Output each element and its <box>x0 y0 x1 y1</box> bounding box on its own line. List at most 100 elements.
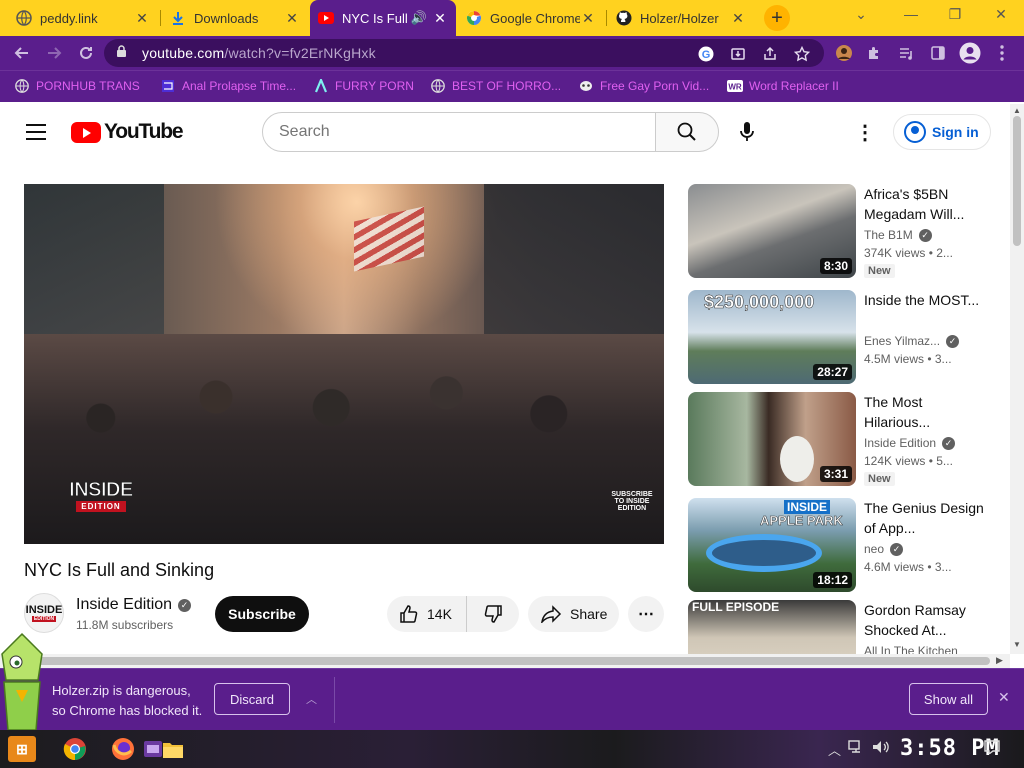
like-button[interactable]: 14K <box>387 596 467 632</box>
google-icon[interactable]: G <box>696 44 716 64</box>
related-video-title[interactable]: Gordon Ramsay Shocked At... <box>864 600 992 640</box>
volume-icon[interactable] <box>872 740 890 757</box>
more-actions-button[interactable]: ⋯ <box>628 596 664 632</box>
new-tab-button[interactable]: + <box>764 5 790 31</box>
notifications-icon[interactable] <box>984 740 1000 757</box>
video-player[interactable]: INSIDE EDITION SUBSCRIBE TO INSIDE EDITI… <box>24 184 664 544</box>
close-icon[interactable]: ✕ <box>134 10 150 27</box>
start-button[interactable]: ⊞ <box>8 736 36 762</box>
scrollbar-thumb[interactable] <box>14 657 990 665</box>
desktop-character-icon <box>1 632 43 731</box>
close-icon[interactable]: ✕ <box>432 10 448 27</box>
related-video-title[interactable]: Inside the MOST... <box>864 290 992 310</box>
close-window-button[interactable]: ✕ <box>986 6 1016 23</box>
file-explorer-taskbar-icon[interactable] <box>160 736 186 762</box>
address-bar[interactable]: youtube.com/watch?v=fv2ErNKgHxk G <box>104 39 824 67</box>
star-icon[interactable] <box>792 44 812 64</box>
related-video-item[interactable]: FULL EPISODE Gordon Ramsay Shocked At...… <box>688 600 998 654</box>
related-video-item[interactable]: 8:30 Africa's $5BN Megadam Will... The B… <box>688 184 998 278</box>
share-button[interactable]: Share <box>528 596 619 632</box>
tab-peddy-link[interactable]: peddy.link ✕ <box>8 2 158 34</box>
speaker-icon[interactable]: 🔊 <box>411 10 427 26</box>
channel-name[interactable]: Inside Edition ✓ <box>76 596 192 614</box>
subscribe-button[interactable]: Subscribe <box>215 596 309 632</box>
related-video-title[interactable]: The Most Hilarious... <box>864 392 992 432</box>
subscribe-cta-overlay[interactable]: SUBSCRIBE TO INSIDE EDITION <box>607 491 657 512</box>
bookmark-item[interactable]: FURRY PORN <box>313 78 414 94</box>
chevron-up-icon[interactable]: ︿ <box>828 740 841 759</box>
bookmark-item[interactable]: Free Gay Porn Vid... <box>578 78 709 94</box>
close-icon[interactable]: ✕ <box>730 10 746 27</box>
tab-google-chrome[interactable]: Google Chrome ✕ <box>458 2 604 34</box>
related-channel-name: Enes Yilmaz... <box>864 334 941 348</box>
bookmark-label: Free Gay Porn Vid... <box>600 79 710 93</box>
restore-button[interactable]: ❐ <box>940 6 970 23</box>
sign-in-button[interactable]: Sign in <box>893 114 991 150</box>
video-thumbnail[interactable]: 8:30 <box>688 184 856 278</box>
related-channel[interactable]: Enes Yilmaz... ✓ <box>864 334 960 348</box>
media-control-icon[interactable] <box>894 41 918 65</box>
search-input[interactable] <box>262 112 656 152</box>
search-button[interactable] <box>655 112 719 152</box>
voice-search-button[interactable] <box>733 118 761 146</box>
youtube-play-icon <box>71 121 101 143</box>
scroll-right-arrow-icon[interactable]: ▶ <box>996 655 1003 666</box>
close-icon[interactable]: ✕ <box>998 689 1010 706</box>
reload-button[interactable] <box>74 41 98 65</box>
network-icon[interactable] <box>848 740 864 757</box>
related-video-item[interactable]: INSIDE APPLE PARK 18:12 The Genius Desig… <box>688 498 998 592</box>
lock-icon[interactable] <box>116 45 130 61</box>
related-channel[interactable]: Inside Edition ✓ <box>864 436 956 450</box>
bookmark-item[interactable]: Anal Prolapse Time... <box>160 78 296 94</box>
bookmark-item[interactable]: BEST OF HORRO... <box>430 78 561 94</box>
horizontal-scrollbar[interactable]: ▶ <box>0 654 1010 668</box>
scroll-up-arrow-icon[interactable]: ▲ <box>1013 106 1021 115</box>
video-thumbnail[interactable]: 3:31 <box>688 392 856 486</box>
forward-button[interactable] <box>42 41 66 65</box>
related-video-item[interactable]: 3:31 The Most Hilarious... Inside Editio… <box>688 392 998 486</box>
chevron-up-icon[interactable]: ︿ <box>306 691 317 707</box>
scroll-down-arrow-icon[interactable]: ▼ <box>1013 640 1021 649</box>
chevron-down-icon[interactable]: ⌄ <box>846 6 876 23</box>
scrollbar-thumb[interactable] <box>1013 116 1021 246</box>
close-icon[interactable]: ✕ <box>284 10 300 27</box>
video-thumbnail[interactable]: INSIDE APPLE PARK 18:12 <box>688 498 856 592</box>
video-thumbnail[interactable]: FULL EPISODE <box>688 600 856 654</box>
channel-avatar[interactable]: INSIDE EDITION <box>24 593 64 633</box>
settings-menu-icon[interactable]: ⋮ <box>855 120 875 144</box>
related-video-title[interactable]: The Genius Design of App... <box>864 498 992 538</box>
profile-avatar-icon[interactable] <box>958 41 982 65</box>
profile-extension-icon[interactable] <box>832 41 856 65</box>
youtube-logo[interactable]: YouTube <box>71 120 184 144</box>
related-channel[interactable]: neo ✓ <box>864 542 904 556</box>
chrome-menu-icon[interactable] <box>990 41 1014 65</box>
close-icon[interactable]: ✕ <box>580 10 596 27</box>
install-icon[interactable] <box>728 44 748 64</box>
related-channel[interactable]: The B1M ✓ <box>864 228 932 242</box>
chrome-taskbar-icon[interactable] <box>62 736 88 762</box>
globe-icon <box>16 10 32 26</box>
tab-downloads[interactable]: Downloads ✕ <box>162 2 308 34</box>
extensions-puzzle-icon[interactable] <box>862 41 886 65</box>
vertical-scrollbar[interactable]: ▲ ▼ <box>1010 104 1024 654</box>
url-text[interactable]: youtube.com/watch?v=fv2ErNKgHxk <box>142 45 376 61</box>
tab-github-holzer[interactable]: Holzer/Holzer ✕ <box>608 2 754 34</box>
bookmark-item[interactable]: PORNHUB TRANS <box>14 78 140 94</box>
related-video-item[interactable]: $250,000,000 28:27 Inside the MOST... En… <box>688 290 998 384</box>
related-video-title[interactable]: Africa's $5BN Megadam Will... <box>864 184 992 224</box>
discard-button[interactable]: Discard <box>214 683 290 715</box>
side-panel-icon[interactable] <box>926 41 950 65</box>
video-thumbnail[interactable]: $250,000,000 28:27 <box>688 290 856 384</box>
tab-youtube-video[interactable]: NYC Is Full 🔊 ✕ <box>310 0 456 36</box>
share-icon[interactable] <box>760 44 780 64</box>
hamburger-menu-icon[interactable] <box>26 124 46 140</box>
show-all-button[interactable]: Show all <box>909 683 988 715</box>
dislike-button[interactable] <box>467 604 519 624</box>
related-channel[interactable]: All In The Kitchen <box>864 644 958 654</box>
firefox-taskbar-icon[interactable] <box>110 736 136 762</box>
back-button[interactable] <box>10 41 34 65</box>
related-channel-name: neo <box>864 542 885 556</box>
video-frame-flag <box>354 206 424 272</box>
minimize-button[interactable]: — <box>896 6 926 22</box>
bookmark-item[interactable]: WR Word Replacer II <box>727 78 839 94</box>
